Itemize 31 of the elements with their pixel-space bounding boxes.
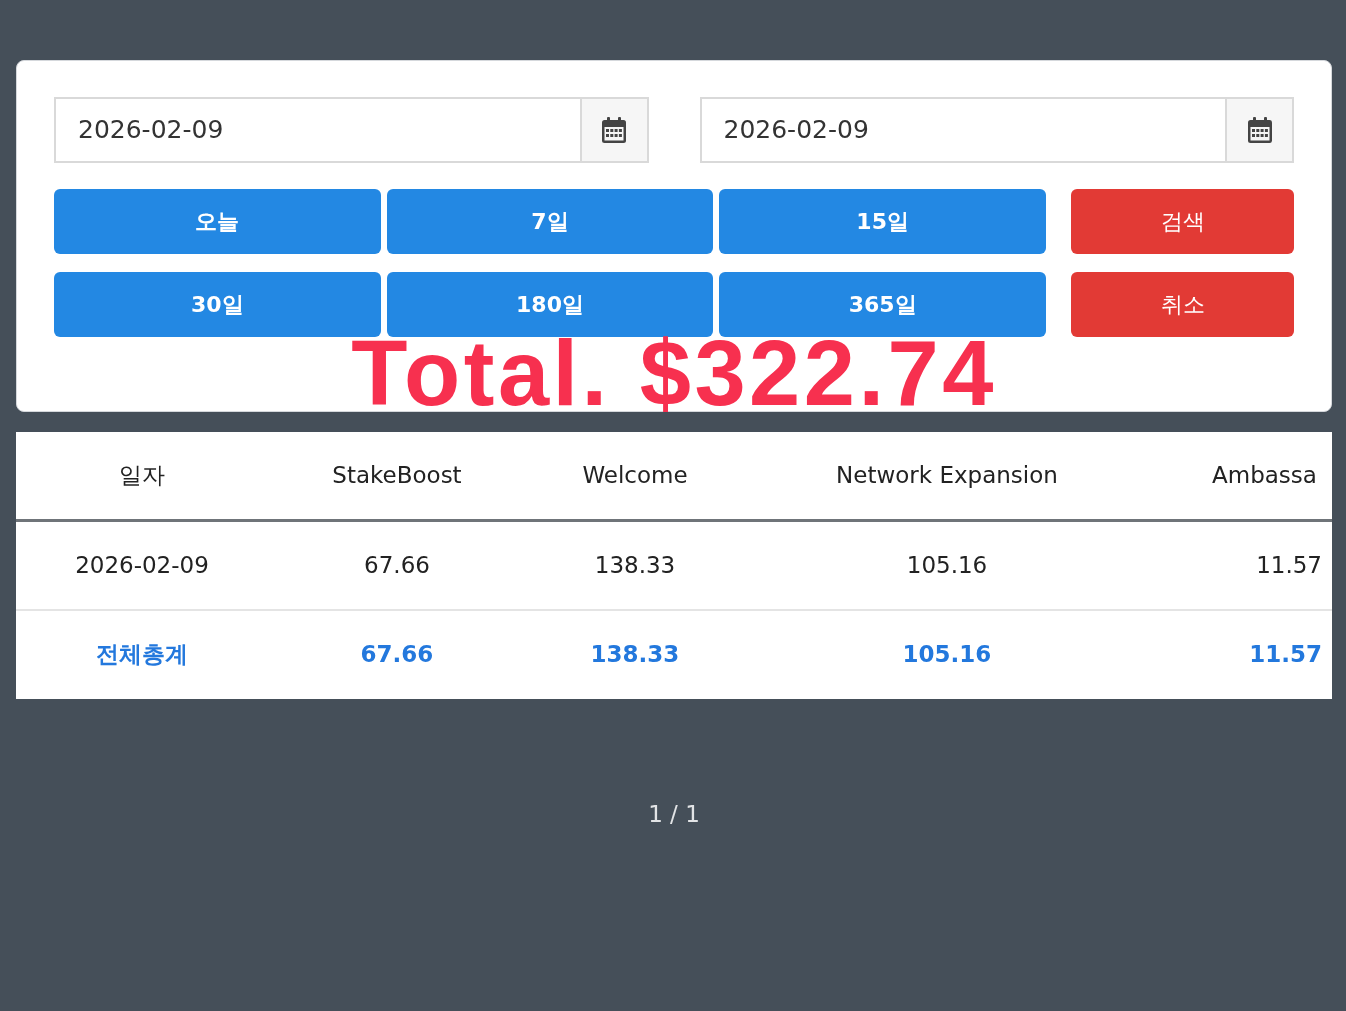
date-field[interactable]: 2026-02-09 [699, 97, 1225, 163]
total-cell: 105.16 [744, 609, 1150, 699]
column-header: Ambassa [1150, 431, 1332, 521]
column-header: Welcome [526, 431, 744, 521]
period-button[interactable]: 7일 [386, 189, 714, 254]
action-button[interactable]: 검색 [1071, 189, 1294, 254]
page-indicator: 1 / 1 [648, 799, 700, 829]
period-button[interactable]: 오늘 [54, 189, 381, 254]
period-button[interactable]: 180일 [386, 272, 714, 337]
period-button[interactable]: 15일 [719, 189, 1046, 254]
table-cell: 2026-02-09 [16, 520, 268, 610]
calendar-button[interactable] [579, 97, 649, 163]
column-header: 일자 [16, 431, 268, 521]
total-cell: 67.66 [268, 609, 526, 699]
period-button[interactable]: 30일 [54, 272, 381, 337]
total-amount: Total. $322.74 [351, 337, 997, 411]
total-cell: 전체총계 [16, 609, 268, 699]
table-cell: 105.16 [744, 520, 1150, 610]
table-cell: 11.57 [1150, 520, 1332, 610]
date-field[interactable]: 2026-02-09 [54, 97, 580, 163]
calendar-icon [602, 117, 626, 143]
column-header: Network Expansion [744, 431, 1150, 521]
table-cell: 138.33 [526, 520, 744, 610]
calendar-icon [1247, 117, 1272, 143]
table-cell: 67.66 [268, 520, 526, 610]
action-button[interactable]: 취소 [1071, 272, 1294, 337]
period-button[interactable]: 365일 [719, 272, 1046, 337]
total-cell: 138.33 [526, 609, 744, 699]
total-cell: 11.57 [1150, 609, 1332, 699]
column-header: StakeBoost [268, 431, 526, 521]
calendar-button[interactable] [1225, 97, 1294, 163]
